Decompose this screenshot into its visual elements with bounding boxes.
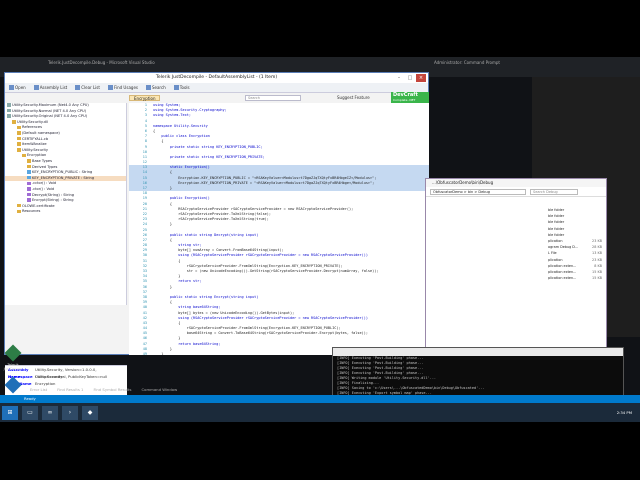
search-button[interactable]: Search bbox=[145, 85, 166, 90]
vs-taskbar-icon[interactable]: ∞ bbox=[42, 405, 58, 420]
tree-node-icon bbox=[17, 209, 21, 214]
tree-node-icon bbox=[7, 114, 11, 118]
tools-icon bbox=[173, 85, 179, 90]
tree-node-icon bbox=[17, 203, 21, 208]
status-bar: Ready bbox=[0, 395, 640, 403]
tree-node-icon bbox=[27, 198, 31, 202]
minimize-icon[interactable]: – bbox=[394, 74, 404, 82]
code-editor[interactable]: 1 using System; 2 using System.Security.Cry… bbox=[129, 103, 429, 355]
search-input[interactable]: Search bbox=[245, 95, 301, 101]
tree-node-icon bbox=[27, 187, 31, 191]
tree-node-icon bbox=[17, 125, 21, 130]
clear-list-button[interactable]: Clear List bbox=[75, 85, 100, 90]
tree-node-icon bbox=[27, 175, 31, 180]
find-icon bbox=[107, 85, 113, 90]
tree-node-icon bbox=[27, 164, 31, 169]
explorer-addressbar: ObfuscatorDemo > bin > Debug Search Debu… bbox=[426, 187, 606, 197]
taskbar: ⊞ ▭ ∞ › ◆ 2:34 PM bbox=[0, 403, 640, 422]
tab-find-symbol[interactable]: Find Symbol Results bbox=[93, 387, 131, 392]
suggest-feature-link[interactable]: Suggest Feature bbox=[337, 95, 370, 100]
desktop: Telerik.JustDecompile.Debug - Microsoft … bbox=[0, 57, 640, 422]
assembly-list-button[interactable]: Assembly List bbox=[33, 85, 67, 90]
console-titlebar bbox=[333, 348, 623, 356]
file-list: ble folder ble folder ble folder ble folder… bbox=[544, 207, 604, 281]
line-number: 49 bbox=[142, 352, 147, 355]
search-icon bbox=[145, 85, 151, 90]
tree-node-icon bbox=[17, 142, 21, 146]
window-titlebar: Telerik JustDecompile - DefaultAssemblyL… bbox=[5, 73, 428, 83]
file-row[interactable]: plication exten... 15 KB bbox=[544, 275, 604, 281]
close-icon[interactable]: × bbox=[416, 74, 426, 82]
cmd-taskbar-icon[interactable]: › bbox=[62, 405, 78, 420]
window-title: Telerik JustDecompile - DefaultAssemblyL… bbox=[155, 75, 278, 80]
tools-button[interactable]: Tools bbox=[173, 85, 190, 90]
explorer-title: ...\ObfuscatorDemo\bin\Debug bbox=[426, 179, 606, 187]
tab-find-results[interactable]: Find Results 1 bbox=[57, 387, 83, 392]
tree-node-icon bbox=[12, 120, 16, 124]
tree-node[interactable]: Resources bbox=[5, 209, 126, 215]
justdecompile-icon[interactable] bbox=[4, 344, 22, 362]
folder-icon bbox=[9, 85, 14, 90]
find-usages-button[interactable]: Find Usages bbox=[107, 85, 138, 90]
tree-node-icon bbox=[7, 108, 11, 113]
tree-node-icon bbox=[17, 148, 21, 152]
open-button[interactable]: Open bbox=[9, 85, 26, 90]
cmd-title: Administrator: Command Prompt bbox=[434, 60, 500, 65]
desktop-icon-label: Telerik JustDecom bbox=[3, 363, 23, 371]
tab-command-window[interactable]: Command Window bbox=[141, 387, 177, 392]
assembly-tree[interactable]: UtiIity.Security.Maximum (Net4.0 Any CPU… bbox=[5, 103, 127, 305]
list-icon bbox=[33, 85, 39, 90]
tree-node-icon bbox=[17, 131, 21, 135]
explorer-taskbar-icon[interactable]: ▭ bbox=[22, 405, 38, 420]
address-input[interactable]: ObfuscatorDemo > bin > Debug bbox=[430, 188, 526, 195]
clock: 2:34 PM bbox=[616, 410, 632, 415]
tree-node-icon bbox=[27, 170, 31, 174]
maximize-icon[interactable]: □ bbox=[405, 74, 415, 82]
control-panel-icon[interactable] bbox=[4, 376, 22, 394]
justdecompile-window: Telerik JustDecompile - DefaultAssemblyL… bbox=[4, 72, 429, 409]
tree-node-icon bbox=[27, 192, 31, 197]
tree-node-icon bbox=[27, 181, 31, 186]
document-tab[interactable]: Encryption bbox=[129, 95, 161, 101]
window-controls: – □ × bbox=[394, 74, 426, 82]
cmd-titlebar: Administrator: Command Prompt bbox=[430, 57, 640, 77]
justdecompile-taskbar-icon[interactable]: ◆ bbox=[82, 405, 98, 420]
start-button[interactable]: ⊞ bbox=[2, 405, 18, 420]
vs-bottom-tabs: Error List Find Results 1 Find Symbol Re… bbox=[30, 387, 177, 392]
toolbar: Open Assembly List Clear List Find Usage… bbox=[5, 83, 428, 93]
tree-node-icon bbox=[27, 159, 31, 163]
tab-error-list[interactable]: Error List bbox=[30, 387, 47, 392]
tree-node-icon bbox=[7, 103, 11, 107]
tree-node-icon bbox=[17, 136, 21, 141]
explorer-search-input[interactable]: Search Debug bbox=[530, 188, 578, 195]
tree-node-icon bbox=[22, 153, 26, 158]
vs-title: Telerik.JustDecompile.Debug - Microsoft … bbox=[48, 60, 155, 65]
clear-icon bbox=[75, 85, 81, 90]
